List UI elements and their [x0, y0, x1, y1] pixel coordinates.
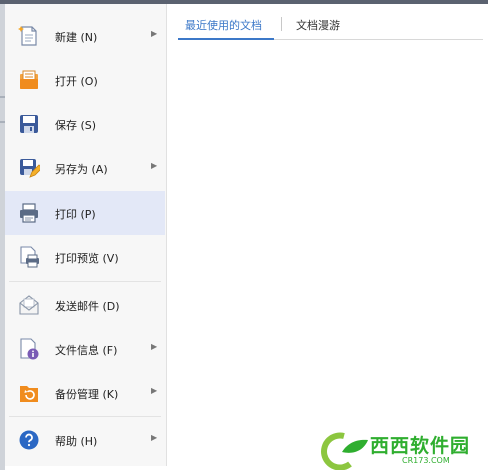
file-info-icon — [20, 338, 39, 360]
menu-item-label: 打开 (O) — [55, 75, 98, 88]
menu-item-file-info[interactable]: 文件信息 (F) ▶ — [5, 327, 165, 371]
tab-recent-documents[interactable]: 最近使用的文档 — [185, 17, 262, 33]
save-icon — [20, 115, 38, 133]
send-mail-icon — [19, 295, 39, 315]
menu-item-save[interactable]: 保存 (S) — [5, 102, 165, 146]
menu-divider — [9, 416, 161, 417]
menu-divider — [9, 281, 161, 282]
submenu-arrow-icon: ▶ — [151, 161, 158, 170]
menu-item-print-preview[interactable]: 打印预览 (V) — [5, 235, 165, 279]
submenu-arrow-icon: ▶ — [151, 342, 158, 351]
menu-item-label: 另存为 (A) — [55, 163, 108, 176]
watermark-logo: 西西软件园 CR173.COM — [318, 428, 488, 470]
active-tab-indicator — [178, 38, 274, 40]
backup-icon — [20, 386, 38, 402]
watermark-site: CR173.COM — [402, 456, 450, 465]
new-document-icon — [18, 26, 37, 46]
leaf-logo-icon — [321, 432, 368, 470]
menu-item-send-mail[interactable]: 发送邮件 (D) — [5, 283, 165, 327]
submenu-arrow-icon: ▶ — [151, 386, 158, 395]
menu-item-label: 发送邮件 (D) — [55, 300, 120, 313]
menu-item-label: 文件信息 (F) — [55, 344, 118, 357]
menu-item-label: 备份管理 (K) — [55, 388, 119, 401]
file-menu: 新建 (N) ▶ 打开 (O) 保存 (S) 另存为 (A) ▶ 打印 (P) … — [5, 4, 167, 466]
watermark-brand: 西西软件园 — [370, 435, 471, 457]
open-folder-icon — [20, 70, 38, 89]
document-tabs: 最近使用的文档 文档漫游 — [178, 10, 483, 40]
menu-item-print[interactable]: 打印 (P) — [5, 191, 165, 235]
menu-item-label: 帮助 (H) — [55, 435, 98, 448]
menu-item-open[interactable]: 打开 (O) — [5, 58, 165, 102]
tab-divider — [281, 17, 282, 31]
help-icon — [19, 430, 39, 450]
menu-item-help[interactable]: 帮助 (H) ▶ — [5, 418, 165, 462]
menu-item-save-as[interactable]: 另存为 (A) ▶ — [5, 146, 165, 190]
menu-item-new[interactable]: 新建 (N) ▶ — [5, 14, 165, 58]
menu-item-label: 打印 (P) — [55, 208, 96, 221]
printer-icon — [20, 203, 38, 223]
print-preview-icon — [20, 246, 39, 268]
tab-document-roaming[interactable]: 文档漫游 — [296, 17, 340, 33]
menu-item-backup[interactable]: 备份管理 (K) ▶ — [5, 371, 165, 415]
menu-item-label: 打印预览 (V) — [55, 252, 119, 265]
submenu-arrow-icon: ▶ — [151, 433, 158, 442]
menu-item-label: 保存 (S) — [55, 119, 97, 132]
save-as-icon — [20, 159, 40, 178]
menu-item-label: 新建 (N) — [55, 31, 98, 44]
submenu-arrow-icon: ▶ — [151, 29, 158, 38]
